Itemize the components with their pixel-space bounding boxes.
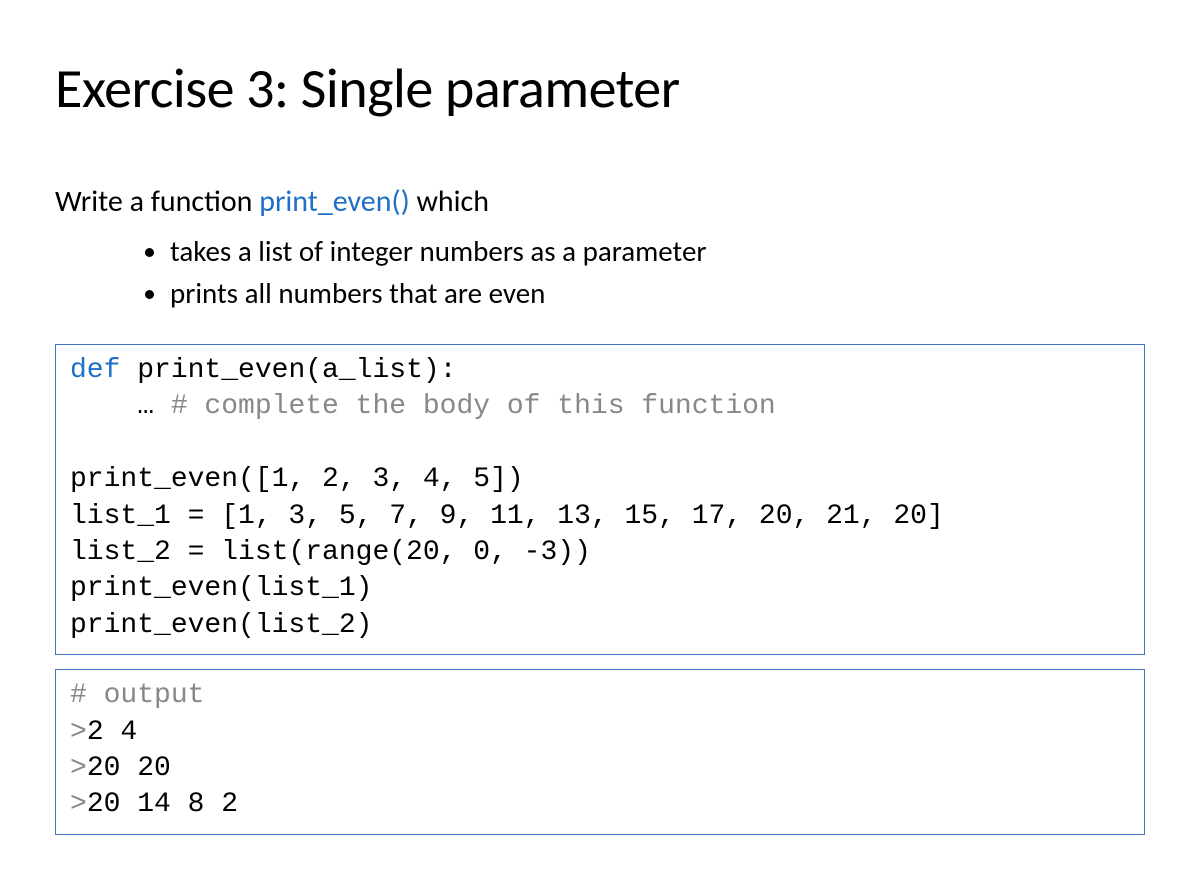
output-comment: # output [70, 680, 204, 711]
list-item: takes a list of integer numbers as a par… [170, 230, 1145, 272]
output-prompt: > [70, 753, 87, 784]
code-text: print_even(list_1) [70, 573, 372, 604]
code-indent: … [70, 391, 171, 422]
output-prompt: > [70, 789, 87, 820]
intro-line: Write a function print_even() which [55, 183, 1145, 220]
output-text: 2 4 [87, 717, 137, 748]
function-name: print_even() [259, 183, 410, 220]
code-text: print_even(a_list): [120, 355, 456, 386]
code-text: print_even(list_2) [70, 610, 372, 641]
code-comment: # complete the body of this function [171, 391, 776, 422]
code-box-source: def print_even(a_list): … # complete the… [55, 344, 1145, 655]
code-text: print_even([1, 2, 3, 4, 5]) [70, 464, 524, 495]
intro-suffix: which [410, 183, 489, 220]
code-box-output: # output >2 4 >20 20 >20 14 8 2 [55, 669, 1145, 835]
slide-title: Exercise 3: Single parameter [55, 55, 1145, 123]
output-text: 20 14 8 2 [87, 789, 238, 820]
code-text: list_1 = [1, 3, 5, 7, 9, 11, 13, 15, 17,… [70, 501, 944, 532]
bullet-list: takes a list of integer numbers as a par… [55, 230, 1145, 314]
list-item: prints all numbers that are even [170, 272, 1145, 314]
output-prompt: > [70, 717, 87, 748]
keyword-def: def [70, 355, 120, 386]
output-text: 20 20 [87, 753, 171, 784]
code-text: list_2 = list(range(20, 0, -3)) [70, 537, 591, 568]
intro-prefix: Write a function [55, 183, 259, 220]
